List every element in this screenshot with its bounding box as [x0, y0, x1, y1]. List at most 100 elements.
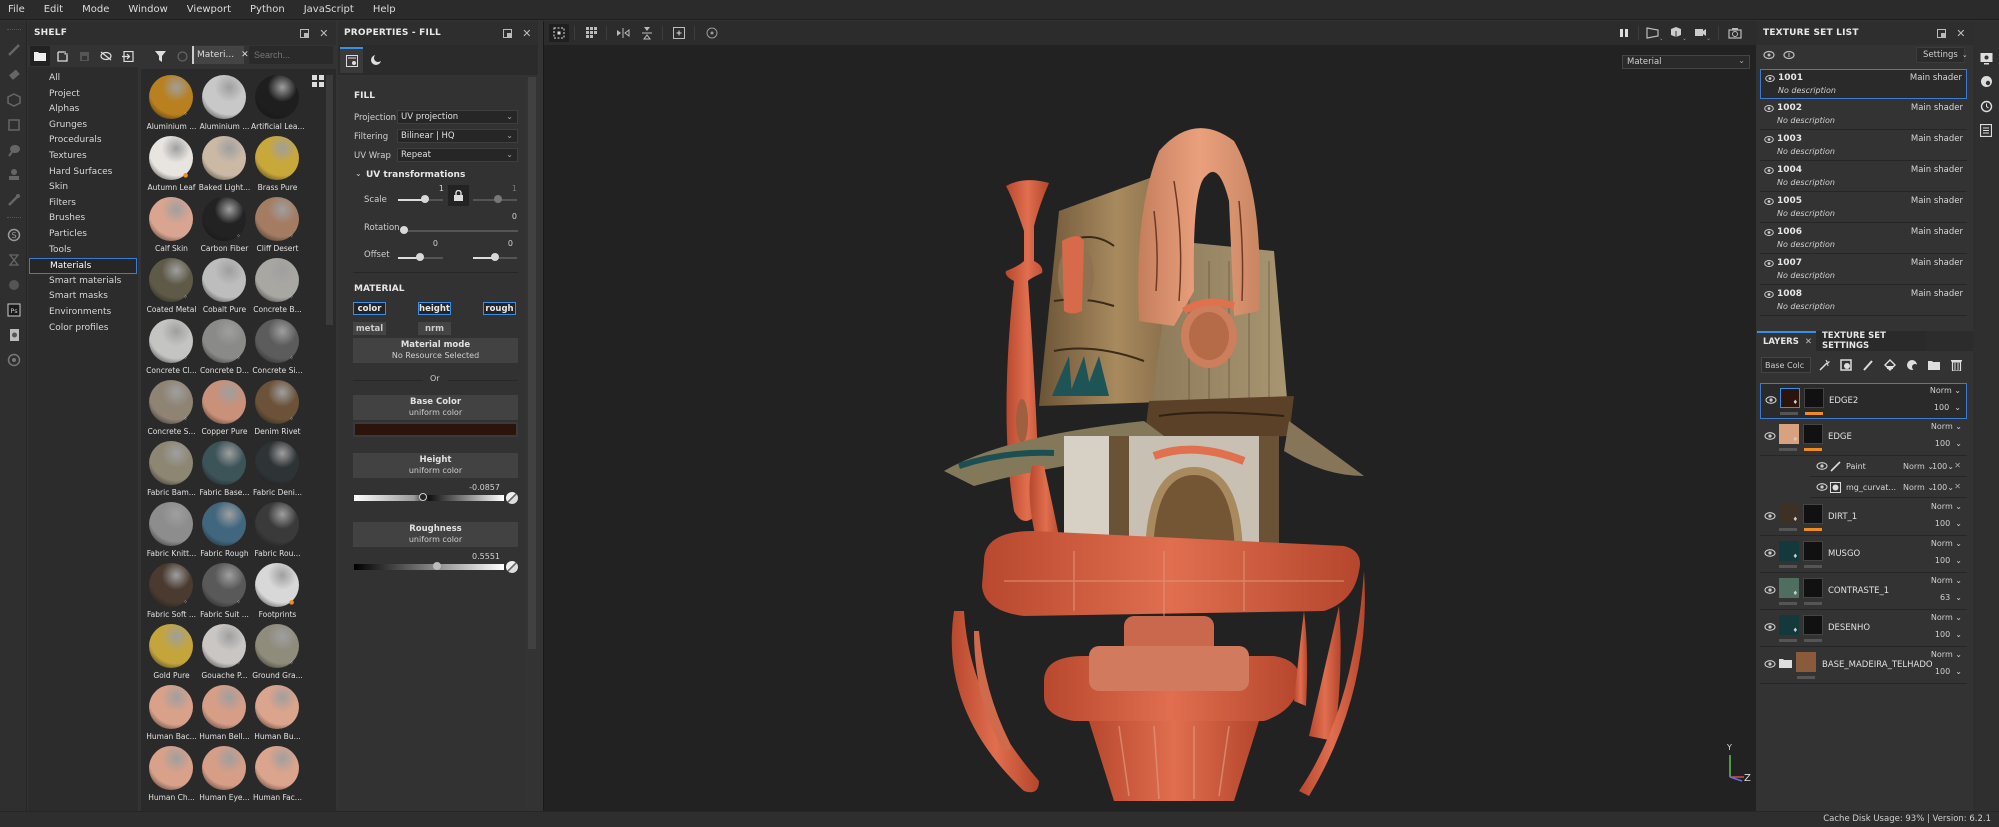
shelf-category-alphas[interactable]: Alphas — [29, 102, 137, 118]
material-thumbnail[interactable]: Fabric Bam... — [145, 441, 198, 502]
texture-set-shader[interactable]: Main shader — [1911, 227, 1963, 237]
color-picker-icon[interactable] — [5, 191, 23, 209]
display-settings-icon[interactable] — [1979, 51, 1993, 65]
tab-fill-properties[interactable] — [340, 47, 363, 73]
viewport-3d[interactable]: ⌄ ⌄ ⌄ Material ⌄ Y Z — [543, 21, 1757, 811]
grip-handle[interactable] — [7, 217, 21, 219]
texture-set-description[interactable]: No description — [1777, 271, 1835, 280]
material-thumbnail[interactable]: Artificial Lea... — [251, 75, 304, 136]
filter-chip-materials[interactable]: Materi... ✕ — [192, 46, 249, 64]
material-thumbnail[interactable]: ⁘ Fabric Soft ... — [145, 563, 198, 624]
new-resource-icon[interactable] — [52, 46, 72, 66]
material-thumbnail[interactable]: Fabric Deni... — [251, 441, 304, 502]
roughness-value[interactable]: 0.5551 — [438, 552, 500, 561]
material-thumbnail[interactable]: Cobalt Pure — [198, 258, 251, 319]
texture-set-row[interactable]: 1006 Main shader No description — [1760, 224, 1967, 254]
shelf-category-all[interactable]: All — [29, 71, 137, 87]
selection-mode-icon[interactable] — [549, 24, 569, 42]
add-smart-material-icon[interactable] — [1905, 358, 1919, 372]
viewport-mode-select[interactable]: Material ⌄ — [1622, 55, 1750, 69]
close-icon[interactable]: ✕ — [1955, 27, 1967, 40]
effect-name[interactable]: mg_curvat... — [1846, 483, 1896, 492]
blend-mode-select[interactable]: Norm ⌄ — [1903, 483, 1934, 492]
eye-icon[interactable] — [1764, 660, 1776, 671]
visibility-solo-icon[interactable] — [1783, 50, 1796, 63]
material-thumbnail[interactable]: Human Fac... — [251, 746, 304, 807]
layer-color-swatch[interactable]: ♦ — [1780, 388, 1800, 408]
shelf-category-materials[interactable]: Materials — [29, 258, 137, 274]
layer-mask-thumbnail[interactable] — [1803, 504, 1823, 524]
height-knob[interactable] — [418, 493, 427, 501]
layer-name[interactable]: CONTRASTE_1 — [1828, 586, 1889, 596]
opacity-select[interactable]: 100⌄ — [1932, 462, 1954, 471]
gradient-mode-icon[interactable] — [506, 492, 518, 504]
filter-icon[interactable] — [150, 46, 170, 66]
substance-icon[interactable] — [5, 276, 23, 294]
channel-rough-toggle[interactable]: rough — [483, 302, 516, 315]
menu-file[interactable]: File — [8, 4, 25, 15]
material-thumbnail[interactable]: Fabric Rou... — [251, 502, 304, 563]
material-thumbnail[interactable]: Human Bell... — [198, 685, 251, 746]
texture-set-shader[interactable]: Main shader — [1911, 289, 1963, 299]
photoshop-export-icon[interactable]: Ps — [5, 301, 23, 319]
layer-thumbnail[interactable] — [1796, 652, 1816, 672]
shelf-category-smart-masks[interactable]: Smart masks — [29, 289, 137, 305]
effect-row[interactable]: mg_curvat... Norm ⌄ 100⌄ ✕ — [1810, 478, 1967, 498]
undock-icon[interactable] — [298, 27, 310, 39]
eye-icon[interactable] — [1764, 228, 1774, 239]
opacity-select[interactable]: 100 ⌄ — [1935, 519, 1962, 528]
eye-icon[interactable] — [1765, 396, 1777, 407]
opacity-select[interactable]: 100 ⌄ — [1935, 439, 1962, 448]
camera-video-icon[interactable]: ⌄ — [1692, 24, 1712, 42]
layer-name[interactable]: DESENHO — [1828, 623, 1870, 633]
shelf-category-project[interactable]: Project — [29, 87, 137, 103]
shelf-category-smart-materials[interactable]: Smart materials — [29, 274, 137, 290]
uv-transformations-heading[interactable]: UV transformations — [366, 170, 465, 180]
shelf-category-particles[interactable]: Particles — [29, 227, 137, 243]
height-slider[interactable] — [354, 495, 504, 501]
material-thumbnail[interactable]: Human Eye... — [198, 746, 251, 807]
offset-u-value[interactable]: 0 — [398, 239, 438, 248]
blend-mode-select[interactable]: Norm ⌄ — [1903, 462, 1934, 471]
shelf-category-grunges[interactable]: Grunges — [29, 118, 137, 134]
blend-mode-select[interactable]: Norm ⌄ — [1931, 576, 1962, 585]
smudge-icon[interactable] — [5, 141, 23, 159]
layer-row[interactable]: ♦ EDGE2 Norm ⌄ 100 ⌄ — [1760, 383, 1967, 419]
folder-icon[interactable] — [30, 46, 50, 66]
texture-set-description[interactable]: No description — [1777, 147, 1835, 156]
texture-set-shader[interactable]: Main shader — [1910, 73, 1962, 83]
eye-icon[interactable] — [1764, 512, 1776, 523]
material-thumbnail[interactable]: ⁘ Concrete S... — [145, 380, 198, 441]
material-thumbnail[interactable]: Fabric Knitt... — [145, 502, 198, 563]
scale-v-value[interactable]: 1 — [473, 184, 517, 193]
reset-camera-icon[interactable] — [702, 24, 722, 42]
material-thumbnail[interactable]: ● Footprints — [251, 563, 304, 624]
offset-v-knob[interactable] — [491, 253, 499, 261]
material-thumbnail[interactable]: ⁘ Cliff Desert — [251, 197, 304, 258]
shelf-category-textures[interactable]: Textures — [29, 149, 137, 165]
material-mode-button[interactable]: Material mode No Resource Selected — [353, 338, 518, 363]
base-color-header[interactable]: Base Color uniform color — [353, 395, 518, 420]
grip-handle[interactable] — [7, 29, 21, 31]
tab-texture-set-settings[interactable]: TEXTURE SET SETTINGS — [1816, 331, 1926, 351]
texture-set-description[interactable]: No description — [1777, 209, 1835, 218]
texture-set-shader[interactable]: Main shader — [1911, 196, 1963, 206]
menu-python[interactable]: Python — [250, 4, 285, 15]
symmetry-x-icon[interactable] — [613, 24, 633, 42]
opacity-select[interactable]: 100 ⌄ — [1935, 556, 1962, 565]
layer-name[interactable]: EDGE — [1828, 432, 1852, 442]
texture-set-shader[interactable]: Main shader — [1911, 134, 1963, 144]
blend-mode-select[interactable]: Norm ⌄ — [1931, 422, 1962, 431]
texture-set-description[interactable]: No description — [1777, 240, 1835, 249]
effect-row[interactable]: Paint Norm ⌄ 100⌄ ✕ — [1810, 457, 1967, 477]
eye-icon[interactable] — [1764, 104, 1774, 115]
delete-layer-icon[interactable] — [1949, 358, 1963, 372]
shelf-category-hard-surfaces[interactable]: Hard Surfaces — [29, 165, 137, 181]
symmetry-y-icon[interactable] — [637, 24, 657, 42]
filtering-select[interactable]: Bilinear | HQ ⌄ — [397, 129, 518, 143]
material-thumbnail[interactable]: Human Bu... — [251, 685, 304, 746]
remove-effect-icon[interactable]: ✕ — [1954, 461, 1961, 470]
menu-viewport[interactable]: Viewport — [187, 4, 231, 15]
uvwrap-select[interactable]: Repeat ⌄ — [397, 148, 518, 162]
blend-mode-select[interactable]: Norm ⌄ — [1931, 539, 1962, 548]
